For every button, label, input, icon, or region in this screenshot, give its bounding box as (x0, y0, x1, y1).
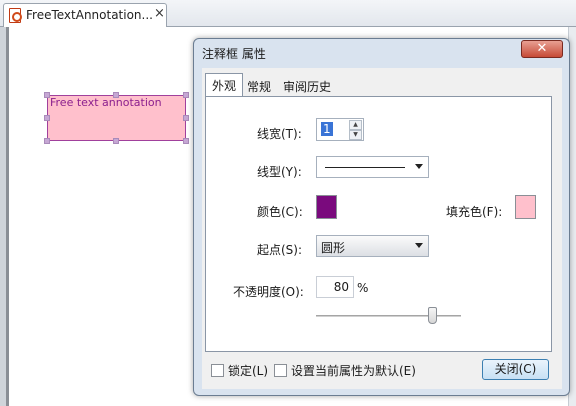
page-edge (6, 27, 9, 406)
tab-appearance[interactable]: 外观 (205, 73, 244, 96)
document-tab-strip: FreeTextAnnotation... × (0, 0, 576, 28)
chevron-down-icon (415, 243, 423, 248)
document-tab[interactable]: FreeTextAnnotation... × (3, 3, 167, 28)
opacity-slider-track[interactable] (316, 315, 461, 318)
resize-handle-bottom-right[interactable] (183, 138, 189, 144)
annotation-properties-dialog: 注释框 属性 ✕ 外观 常规 审阅历史 线宽(T): 1 ▲ ▼ 线型(Y): … (193, 38, 570, 396)
border-color-swatch[interactable] (316, 195, 337, 219)
opacity-input[interactable]: 80 (316, 276, 354, 298)
resize-handle-top-left[interactable] (44, 92, 50, 98)
resize-handle-top-right[interactable] (183, 92, 189, 98)
set-default-checkbox-box[interactable] (274, 364, 287, 377)
start-point-value: 圆形 (321, 241, 346, 255)
color-label: 颜色(C): (257, 205, 303, 219)
solid-line-preview (325, 167, 405, 168)
lock-checkbox-box[interactable] (211, 364, 224, 377)
dialog-close-icon[interactable]: ✕ (521, 40, 563, 58)
annotation-text: Free text annotation (50, 96, 162, 109)
document-tab-title: FreeTextAnnotation... (26, 8, 153, 22)
close-button[interactable]: 关闭(C) (482, 359, 549, 380)
opacity-label: 不透明度(O): (233, 285, 304, 299)
line-style-label: 线型(Y): (257, 165, 302, 179)
document-tab-close-icon[interactable]: × (154, 6, 165, 21)
fill-color-swatch[interactable] (515, 195, 536, 219)
lock-checkbox[interactable]: 锁定(L) (211, 362, 268, 379)
line-width-label: 线宽(T): (257, 127, 302, 141)
resize-handle-bottom-left[interactable] (44, 138, 50, 144)
stepper-down-icon[interactable]: ▼ (349, 130, 362, 140)
resize-handle-left[interactable] (44, 115, 50, 121)
appearance-panel: 线宽(T): 1 ▲ ▼ 线型(Y): 颜色(C): 填充色(F): 起点(S)… (205, 96, 552, 352)
line-style-select[interactable] (316, 156, 429, 178)
line-width-stepper[interactable]: 1 ▲ ▼ (316, 118, 364, 141)
lock-label: 锁定(L) (228, 364, 269, 378)
opacity-slider-thumb[interactable] (427, 307, 437, 324)
fill-color-label: 填充色(F): (446, 205, 503, 219)
resize-handle-bottom[interactable] (113, 138, 119, 144)
dialog-title: 注释框 属性 (202, 47, 266, 61)
tab-general[interactable]: 常规 (241, 75, 277, 96)
opacity-unit: % (357, 281, 369, 295)
set-default-label: 设置当前属性为默认(E) (291, 364, 416, 378)
start-point-label: 起点(S): (257, 243, 303, 257)
resize-handle-top[interactable] (113, 92, 119, 98)
line-width-value[interactable]: 1 (321, 122, 333, 136)
start-point-select[interactable]: 圆形 (316, 235, 429, 257)
stepper-up-icon[interactable]: ▲ (349, 120, 362, 130)
free-text-annotation[interactable]: Free text annotation (47, 95, 186, 141)
chevron-down-icon (415, 164, 423, 169)
set-default-checkbox[interactable]: 设置当前属性为默认(E) (274, 362, 416, 379)
tab-review-history[interactable]: 审阅历史 (277, 75, 337, 96)
pdf-document-icon (9, 8, 22, 23)
resize-handle-right[interactable] (183, 115, 189, 121)
